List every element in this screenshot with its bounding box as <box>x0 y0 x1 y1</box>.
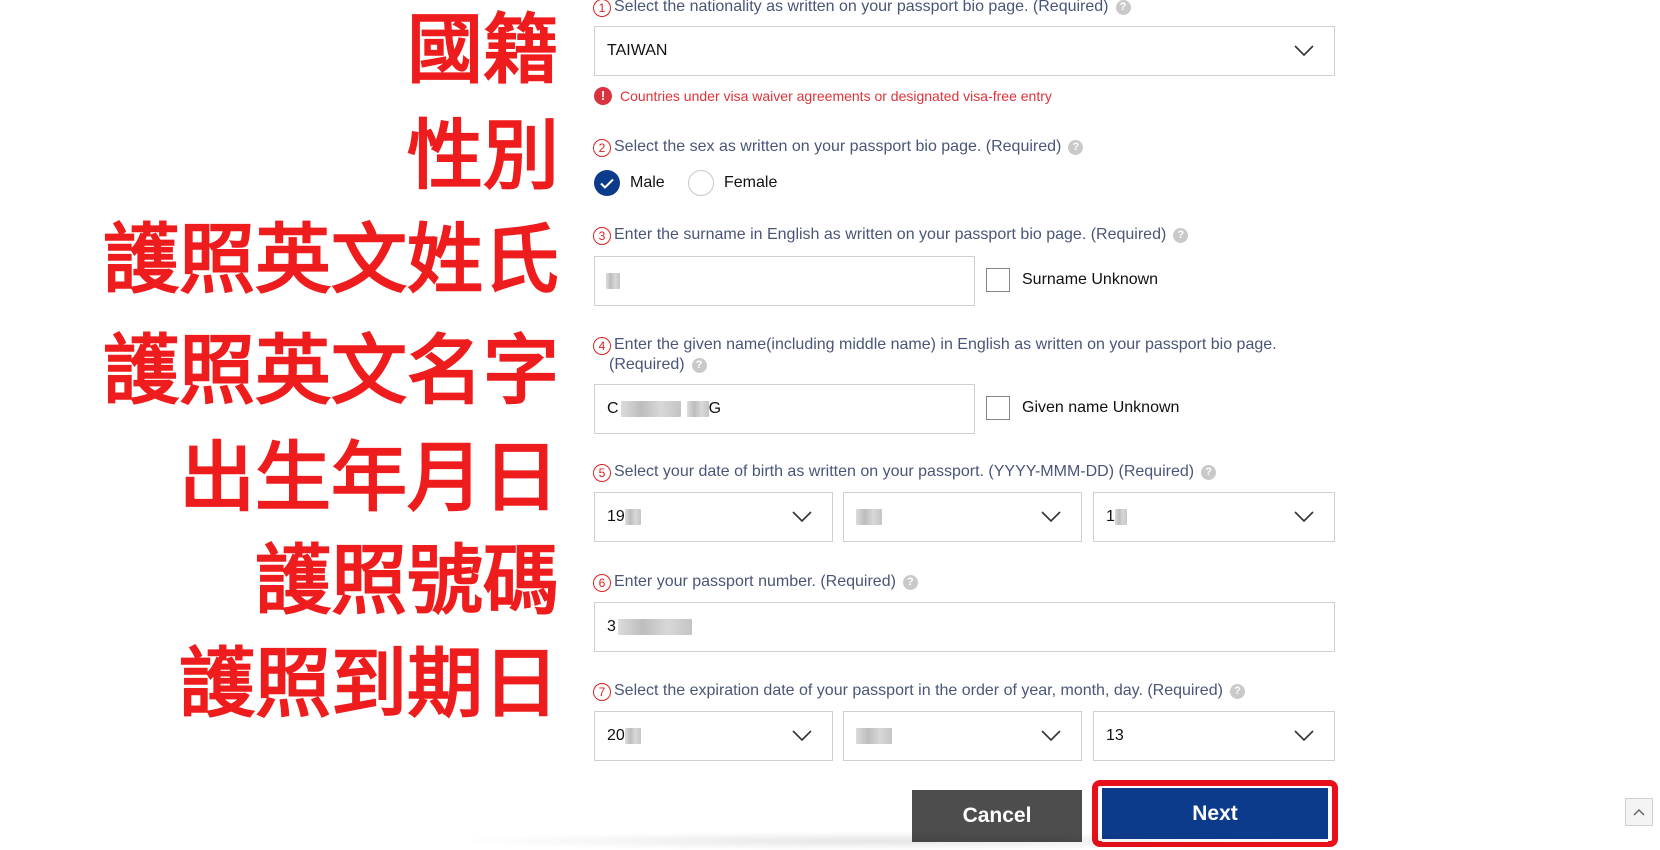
checkbox-box <box>986 268 1010 292</box>
notice-text: Countries under visa waiver agreements o… <box>620 88 1052 104</box>
question-number: 1 <box>593 0 611 17</box>
checkbox-box <box>986 396 1010 420</box>
nationality-select[interactable]: TAIWAN <box>594 26 1335 76</box>
footer-shadow <box>470 832 1280 850</box>
help-icon[interactable]: ? <box>1115 0 1131 15</box>
expiry-year-select[interactable]: 20 <box>594 711 833 761</box>
surname-input[interactable] <box>594 256 975 306</box>
given-name-input[interactable]: C G <box>594 384 975 434</box>
help-icon[interactable]: ? <box>1201 465 1217 480</box>
chevron-down-icon <box>1041 511 1061 523</box>
passport-number-value: 3 <box>607 618 616 635</box>
question-text: Select your date of birth as written on … <box>614 463 1195 480</box>
question-number: 4 <box>593 337 611 355</box>
annotation-nationality: 國籍 <box>407 5 559 94</box>
alert-icon: ! <box>594 87 612 105</box>
dob-year-value: 19 <box>607 508 625 525</box>
given-name-unknown-checkbox[interactable]: Given name Unknown <box>986 396 1179 420</box>
redacted-text <box>856 509 882 525</box>
help-icon[interactable]: ? <box>902 575 918 590</box>
annotation-passport-number: 護照號碼 <box>255 536 559 625</box>
expiry-day-select[interactable]: 13 <box>1093 711 1335 761</box>
chevron-down-icon <box>1294 511 1314 523</box>
question-surname: 3 Enter the surname in English as writte… <box>593 226 1189 245</box>
question-number: 3 <box>593 227 611 245</box>
redacted-text <box>617 619 692 635</box>
radio-label: Male <box>630 174 665 191</box>
question-passport-number: 6 Enter your passport number. (Required)… <box>593 573 918 592</box>
help-icon[interactable]: ? <box>1173 228 1189 243</box>
question-number: 7 <box>593 683 611 701</box>
scroll-top-button[interactable] <box>1625 798 1653 826</box>
question-number: 2 <box>593 139 611 157</box>
radio-male[interactable]: Male <box>594 170 665 196</box>
question-expiry: 7 Select the expiration date of your pas… <box>593 682 1245 701</box>
checkbox-label: Surname Unknown <box>1022 271 1159 288</box>
expiry-month-select[interactable] <box>843 711 1082 761</box>
question-number: 6 <box>593 574 611 592</box>
passport-number-input[interactable]: 3 <box>594 602 1335 652</box>
question-text: Select the sex as written on your passpo… <box>614 138 1062 155</box>
question-number: 5 <box>593 464 611 482</box>
redacted-text <box>606 273 620 289</box>
dob-month-select[interactable] <box>843 492 1082 542</box>
radio-label: Female <box>724 174 778 191</box>
chevron-up-icon <box>1633 808 1645 816</box>
checkbox-label: Given name Unknown <box>1022 399 1180 416</box>
question-nationality: 1 Select the nationality as written on y… <box>593 0 1131 17</box>
chevron-down-icon <box>1294 45 1314 57</box>
dob-year-select[interactable]: 19 <box>594 492 833 542</box>
question-text: Enter your passport number. (Required) <box>614 573 896 590</box>
surname-unknown-checkbox[interactable]: Surname Unknown <box>986 268 1158 292</box>
nationality-notice: ! Countries under visa waiver agreements… <box>594 87 1052 105</box>
redacted-text <box>686 401 709 417</box>
help-icon[interactable]: ? <box>1068 140 1084 155</box>
redacted-text <box>620 401 681 417</box>
annotation-surname: 護照英文姓氏 <box>103 215 559 304</box>
annotation-expiry: 護照到期日 <box>179 639 559 728</box>
radio-circle <box>688 170 714 196</box>
help-icon[interactable]: ? <box>1229 684 1245 699</box>
question-text: Select the nationality as written on you… <box>614 0 1109 15</box>
annotation-sex: 性別 <box>407 111 559 200</box>
dob-day-select[interactable]: 1 <box>1093 492 1335 542</box>
nationality-value: TAIWAN <box>607 42 668 59</box>
question-text: Enter the surname in English as written … <box>614 226 1167 243</box>
redacted-text <box>1114 509 1127 525</box>
redacted-text <box>624 509 641 525</box>
chevron-down-icon <box>792 730 812 742</box>
radio-female[interactable]: Female <box>688 170 777 196</box>
chevron-down-icon <box>792 511 812 523</box>
question-given-name: 4 Enter the given name(including middle … <box>593 336 1277 374</box>
given-name-start: C <box>607 400 619 417</box>
annotation-dob: 出生年月日 <box>179 433 559 522</box>
expiry-year-value: 20 <box>607 727 625 744</box>
question-text: Select the expiration date of your passp… <box>614 682 1223 699</box>
dob-day-value: 1 <box>1106 508 1115 525</box>
chevron-down-icon <box>1294 730 1314 742</box>
question-sex: 2 Select the sex as written on your pass… <box>593 138 1084 157</box>
question-text-required: (Required) <box>609 356 685 373</box>
question-text: Enter the given name(including middle na… <box>614 336 1277 353</box>
given-name-end: G <box>708 400 722 417</box>
question-dob: 5 Select your date of birth as written o… <box>593 463 1217 482</box>
annotation-given-name: 護照英文名字 <box>103 326 559 415</box>
redacted-text <box>624 728 641 744</box>
chevron-down-icon <box>1041 730 1061 742</box>
redacted-text <box>856 728 892 744</box>
help-icon[interactable]: ? <box>691 358 707 373</box>
expiry-day-value: 13 <box>1106 727 1124 744</box>
check-icon <box>594 170 620 196</box>
